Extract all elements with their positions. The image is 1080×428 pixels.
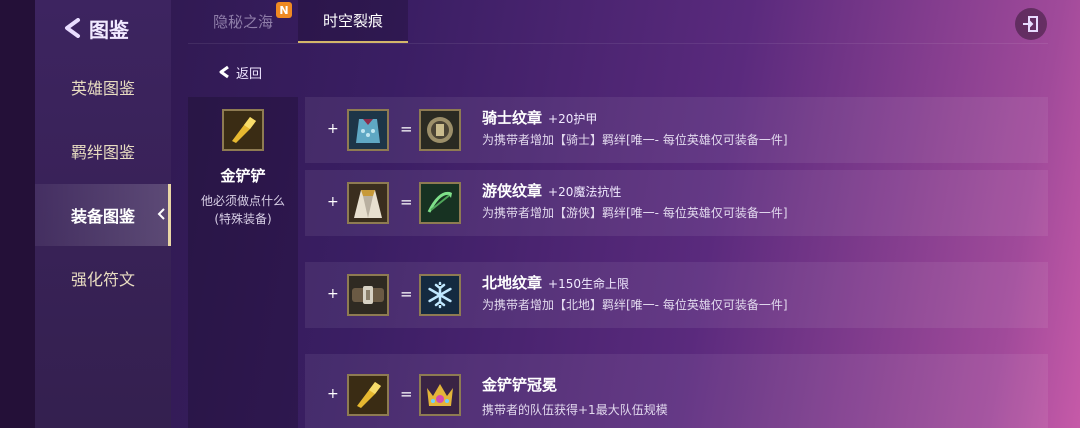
recipe-row[interactable]: + = 骑士纹章 +20护甲 为携带者增加【骑士】羁绊[唯一- 每位英雄仅可装备一… — [305, 97, 1048, 163]
golden-spatula-icon — [222, 109, 264, 151]
tab-divider — [188, 43, 1048, 44]
glacial-emblem-icon[interactable] — [419, 274, 461, 316]
recipe-row[interactable]: + = 金铲铲冠冕 携带者的队伍获得+1最大队伍规模 — [305, 354, 1048, 428]
result-bonus: +20魔法抗性 — [548, 185, 622, 199]
recipe-row[interactable]: + = 北地纹章 +150生命上限 为携带者增加【北地】羁绊[唯一- 每位英雄仅可… — [305, 262, 1048, 328]
result-bonus: +20护甲 — [548, 112, 598, 126]
caret-left-icon — [157, 208, 165, 220]
sidebar-item-label: 强化符文 — [70, 270, 135, 289]
tab-bar: 隐秘之海 N 时空裂痕 — [188, 0, 408, 43]
plus-sign: + — [327, 386, 339, 402]
equals-sign: = — [400, 385, 413, 403]
sidebar-item-hero-codex[interactable]: 英雄图鉴 — [35, 56, 171, 118]
recipe-result-desc: 为携带者增加【骑士】羁绊[唯一- 每位英雄仅可装备一件] — [482, 133, 788, 147]
exit-button[interactable] — [1015, 8, 1047, 40]
sidebar-item-synergy-codex[interactable]: 羁绊图鉴 — [35, 120, 171, 182]
negatron-cloak-icon[interactable] — [347, 182, 389, 224]
sidebar-item-label: 装备图鉴 — [70, 207, 135, 226]
tab-label: 隐秘之海 — [212, 13, 273, 31]
chain-vest-icon[interactable] — [347, 109, 389, 151]
recipe-result-name: 金铲铲冠冕 — [482, 374, 557, 395]
recipe-row[interactable]: + = 游侠纹章 +20魔法抗性 为携带者增加【游侠】羁绊[唯一- 每位英雄仅可装… — [305, 170, 1048, 236]
recipe-result-desc: 携带者的队伍获得+1最大队伍规模 — [482, 403, 668, 417]
result-bonus: +150生命上限 — [548, 277, 629, 291]
result-name-text: 骑士纹章 — [482, 109, 543, 127]
chevron-left-icon — [218, 65, 230, 79]
item-name: 金铲铲 — [220, 167, 266, 185]
result-name-text: 金铲铲冠冕 — [482, 376, 558, 394]
golden-spatula-icon[interactable] — [347, 374, 389, 416]
equals-sign: = — [400, 193, 413, 211]
tab-spacetime-rift[interactable]: 时空裂痕 — [298, 0, 408, 43]
sidebar: 图鉴 英雄图鉴 羁绊图鉴 装备图鉴 强化符文 — [35, 0, 171, 428]
sidebar-item-enhance-runes[interactable]: 强化符文 — [35, 247, 171, 309]
recipe-result-desc: 为携带者增加【游侠】羁绊[唯一- 每位英雄仅可装备一件] — [482, 206, 788, 220]
sidebar-back-title[interactable]: 图鉴 — [63, 14, 129, 42]
plus-sign: + — [327, 194, 339, 210]
tab-label: 时空裂痕 — [322, 12, 383, 30]
sidebar-item-equipment-codex[interactable]: 装备图鉴 — [35, 184, 171, 246]
item-desc-line1: 他必须做点什么 — [200, 194, 285, 208]
recipe-result-name: 游侠纹章 +20魔法抗性 — [482, 180, 621, 201]
sidebar-item-label: 羁绊图鉴 — [70, 143, 135, 162]
back-label: 返回 — [236, 66, 263, 82]
back-button[interactable]: 返回 — [218, 60, 262, 84]
force-of-nature-icon[interactable] — [419, 374, 461, 416]
item-detail-panel: 金铲铲 他必须做点什么 (特殊装备) — [188, 97, 298, 428]
plus-sign: + — [327, 121, 339, 137]
item-desc-line2: (特殊装备) — [214, 212, 272, 226]
result-name-text: 北地纹章 — [482, 274, 543, 292]
tab-hidden-sea[interactable]: 隐秘之海 N — [188, 0, 298, 43]
recipe-result-name: 北地纹章 +150生命上限 — [482, 272, 629, 293]
equals-sign: = — [400, 120, 413, 138]
left-edge-strip — [0, 0, 35, 428]
item-description: 他必须做点什么 (特殊装备) — [188, 192, 298, 228]
giants-belt-icon[interactable] — [347, 274, 389, 316]
recipe-result-name: 骑士纹章 +20护甲 — [482, 107, 597, 128]
knight-emblem-icon[interactable] — [419, 109, 461, 151]
equals-sign: = — [400, 285, 413, 303]
sidebar-title: 图鉴 — [89, 17, 129, 42]
chevron-left-icon — [63, 18, 81, 38]
sidebar-item-label: 英雄图鉴 — [70, 79, 135, 98]
result-name-text: 游侠纹章 — [482, 182, 543, 200]
new-badge: N — [276, 2, 292, 18]
exit-icon — [1022, 15, 1040, 33]
plus-sign: + — [327, 286, 339, 302]
recipe-result-desc: 为携带者增加【北地】羁绊[唯一- 每位英雄仅可装备一件] — [482, 298, 788, 312]
ranger-emblem-icon[interactable] — [419, 182, 461, 224]
